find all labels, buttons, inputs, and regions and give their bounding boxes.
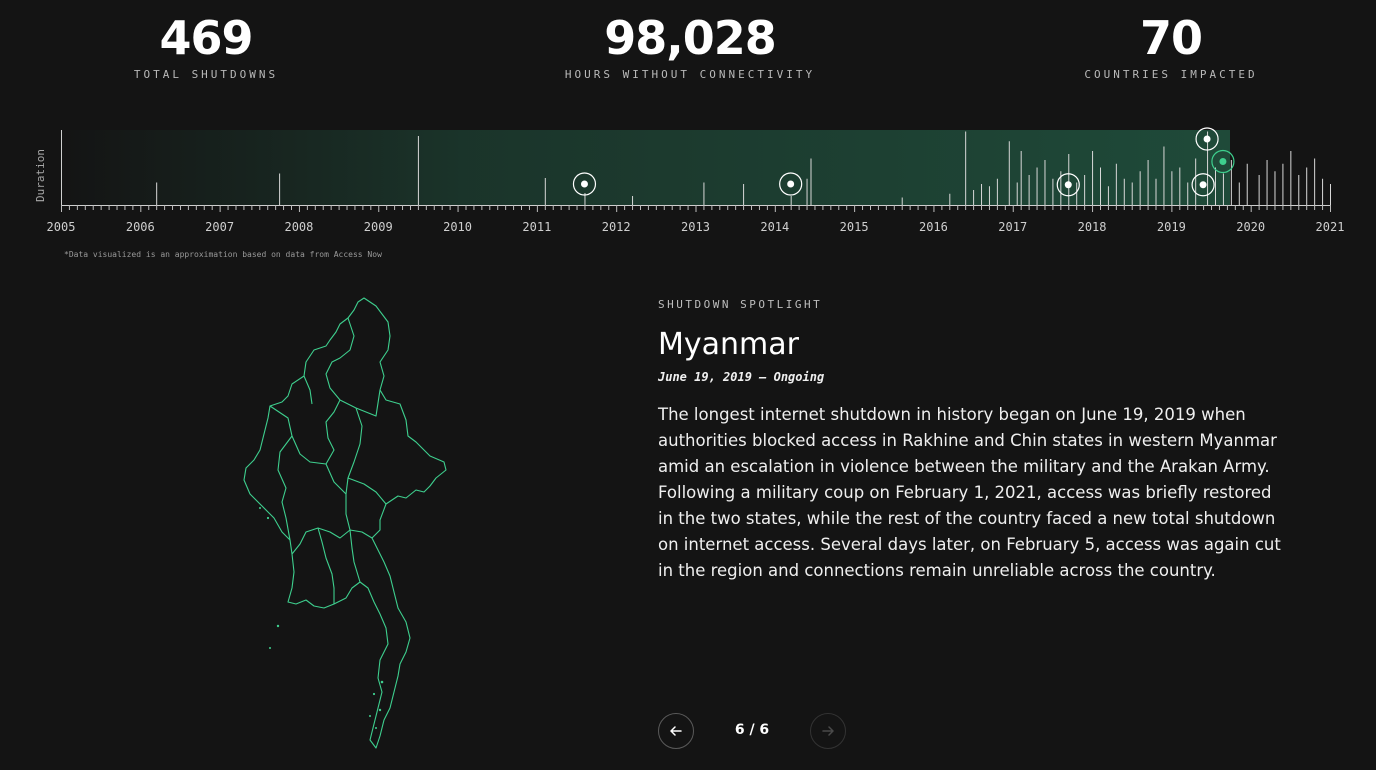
myanmar-map — [243, 297, 447, 749]
stat-label: HOURS WITHOUT CONNECTIVITY — [564, 68, 816, 81]
stat-value: 70 — [1139, 11, 1203, 65]
state-border — [277, 435, 293, 541]
year-label: 2016 — [919, 220, 948, 234]
year-label: 2010 — [443, 220, 472, 234]
spotlight-date-range: June 19, 2019 – Ongoing — [658, 370, 825, 384]
marker-dot — [1219, 158, 1227, 165]
spotlight-description: The longest internet shutdown in history… — [658, 405, 1281, 580]
marker-dot — [1199, 181, 1207, 189]
arrow-left-icon — [670, 724, 682, 739]
year-label: 2011 — [522, 220, 551, 234]
next-button[interactable] — [810, 713, 846, 749]
state-border — [349, 529, 361, 583]
state-border — [345, 407, 363, 495]
year-label: 2012 — [602, 220, 631, 234]
stat-countries-impacted: 70 COUNTRIES IMPACTED — [1061, 12, 1281, 81]
stat-hours-without-connectivity: 98,028 HOURS WITHOUT CONNECTIVITY — [540, 12, 840, 81]
state-border — [269, 317, 355, 465]
stat-label: COUNTRIES IMPACTED — [1084, 68, 1258, 81]
year-label: 2006 — [126, 220, 155, 234]
year-label: 2020 — [1236, 220, 1265, 234]
shutdown-timeline-chart[interactable]: Duration 2005 2006 2007 2008 2009 2010 2011 201… — [0, 120, 1376, 245]
stat-label: TOTAL SHUTDOWNS — [133, 68, 279, 81]
state-border — [317, 527, 335, 604]
stat-value: 98,028 — [604, 11, 777, 65]
year-label: 2017 — [998, 220, 1027, 234]
marker-dot — [580, 180, 588, 188]
stat-value: 469 — [159, 11, 253, 65]
myanmar-outline — [243, 297, 447, 749]
state-border — [349, 529, 373, 539]
year-label: 2019 — [1157, 220, 1186, 234]
stat-total-shutdowns: 469 TOTAL SHUTDOWNS — [106, 12, 306, 81]
year-label: 2008 — [284, 220, 313, 234]
spotlight-country-title: Myanmar — [658, 327, 799, 362]
year-label: 2009 — [364, 220, 393, 234]
data-footnote: *Data visualized is an approximation bas… — [64, 250, 382, 259]
marker-dot — [1203, 135, 1211, 143]
marker-dot — [1064, 181, 1072, 189]
pager-indicator: 6 / 6 — [734, 722, 770, 738]
year-label: 2005 — [47, 220, 76, 234]
year-label: 2018 — [1078, 220, 1107, 234]
year-label: 2007 — [205, 220, 234, 234]
arrow-right-icon — [822, 724, 834, 739]
marker-dot — [787, 180, 795, 188]
y-axis-label: Duration — [34, 149, 47, 202]
x-axis-ticks — [61, 205, 1331, 212]
year-label: 2014 — [760, 220, 789, 234]
spotlight-eyebrow: SHUTDOWN SPOTLIGHT — [658, 298, 823, 311]
state-border — [347, 477, 387, 505]
year-label: 2021 — [1316, 220, 1345, 234]
previous-button[interactable] — [658, 713, 694, 749]
state-border — [303, 375, 313, 405]
highlight-band — [62, 130, 1230, 205]
state-border — [339, 389, 381, 417]
year-label: 2015 — [840, 220, 869, 234]
x-axis-year-labels: 2005 2006 2007 2008 2009 2010 2011 2012 2013 2014… — [47, 220, 1345, 234]
year-label: 2013 — [681, 220, 710, 234]
